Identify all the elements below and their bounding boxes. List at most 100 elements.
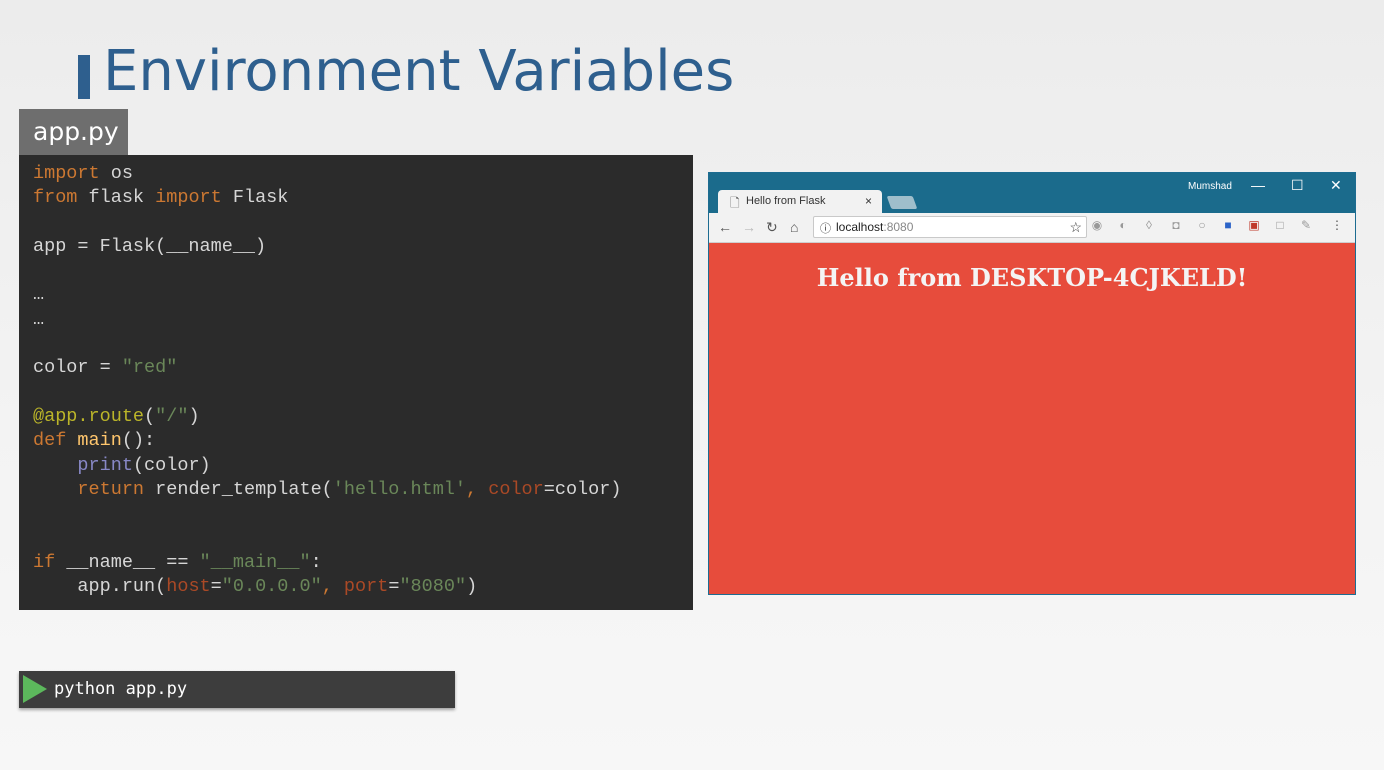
code-line: def main(): — [33, 429, 693, 453]
code-token: flask — [77, 187, 156, 209]
page-heading: Hello from DESKTOP-4CJKELD! — [816, 263, 1248, 292]
page-icon: 🗋 — [730, 196, 740, 210]
code-token: ) — [188, 405, 200, 427]
profile-name[interactable]: Mumshad — [1188, 181, 1232, 192]
code-token: color — [488, 478, 544, 500]
code-token: ( — [144, 405, 156, 427]
code-line: import os — [33, 162, 693, 186]
code-line: color = "red" — [33, 356, 693, 380]
code-token: print — [77, 454, 133, 476]
maximize-button[interactable]: ☐ — [1291, 177, 1304, 194]
code-token: color = — [33, 357, 122, 379]
camera-extension-icon[interactable]: ◘ — [1170, 219, 1182, 231]
file-tab-label: app.py — [19, 109, 128, 155]
code-token: host — [166, 576, 211, 598]
tab-close-icon[interactable]: × — [865, 194, 872, 208]
code-line: if __name__ == "__main__": — [33, 551, 693, 575]
site-info-icon[interactable]: ⓘ — [820, 220, 831, 236]
slide-title: Environment Variables — [103, 39, 735, 104]
code-token: if — [33, 551, 56, 573]
url-port: :8080 — [883, 220, 914, 234]
extension-icon[interactable]: ◐ — [1117, 219, 1129, 231]
menu-kebab-icon[interactable]: ⋮ — [1331, 219, 1343, 231]
bookmark-star-icon[interactable]: ☆ — [1069, 219, 1082, 236]
code-token: "__main__" — [199, 551, 311, 573]
code-token: from — [33, 187, 78, 209]
code-token: "0.0.0.0" — [221, 576, 322, 598]
code-token: @app.route — [33, 405, 145, 427]
extension-icon[interactable]: ◉ — [1091, 219, 1103, 231]
code-token: app.run( — [33, 576, 167, 598]
code-token: os — [99, 163, 133, 184]
code-token: = — [388, 576, 400, 598]
address-bar[interactable]: ⓘ localhost:8080 ☆ — [813, 216, 1087, 238]
code-token: def — [33, 430, 67, 452]
browser-titlebar: 🗋 Hello from Flask × Mumshad — ☐ ✕ — [709, 173, 1355, 214]
tab-title: Hello from Flask — [746, 195, 826, 207]
code-token: "8080" — [399, 576, 467, 598]
code-token: ) — [466, 576, 478, 598]
browser-tab[interactable]: 🗋 Hello from Flask × — [718, 190, 882, 214]
title-accent-bar — [78, 55, 90, 99]
code-block: import os from flask import Flask app = … — [19, 155, 693, 610]
terminal-command: python app.py — [54, 679, 188, 699]
code-token: import — [155, 187, 222, 209]
close-window-button[interactable]: ✕ — [1330, 177, 1342, 194]
url-text: localhost:8080 — [836, 220, 913, 234]
extension-icon[interactable]: ◊ — [1143, 219, 1155, 231]
code-token: , — [321, 576, 344, 598]
code-token: port — [343, 576, 389, 598]
new-tab-button[interactable] — [886, 196, 918, 209]
code-ellipsis: … — [33, 308, 45, 330]
browser-window: 🗋 Hello from Flask × Mumshad — ☐ ✕ ← → ↻… — [708, 172, 1356, 595]
extension-icon[interactable]: □ — [1274, 219, 1286, 231]
url-host: localhost — [836, 220, 884, 234]
code-line: print(color) — [33, 454, 693, 478]
back-arrow-icon[interactable]: ← — [718, 219, 732, 235]
code-token: , — [466, 478, 489, 500]
code-token: (color) — [132, 454, 211, 476]
code-token: = — [210, 576, 222, 598]
code-line: app = Flask(__name__) — [33, 235, 693, 259]
code-token: : — [310, 551, 322, 573]
code-line: from flask import Flask — [33, 186, 693, 210]
code-line: @app.route("/") — [33, 405, 693, 429]
pocket-extension-icon[interactable]: ▣ — [1248, 219, 1260, 231]
browser-toolbar: ← → ↻ ⌂ ⓘ localhost:8080 ☆ ◉ ◐ ◊ ◘ ○ ■ ▣… — [709, 213, 1355, 243]
code-token: "/" — [155, 405, 189, 427]
edit-extension-icon[interactable]: ✎ — [1300, 219, 1312, 231]
terminal-command-bar: python app.py — [19, 671, 455, 708]
code-token: import — [33, 163, 100, 184]
page-content: Hello from DESKTOP-4CJKELD! — [709, 243, 1355, 594]
code-line: return render_template('hello.html', col… — [33, 478, 693, 502]
code-token: "red" — [121, 357, 178, 379]
extension-icon[interactable]: ○ — [1196, 219, 1208, 231]
code-token: =color) — [543, 478, 622, 500]
code-token: render_template( — [144, 478, 333, 500]
code-token: __name__ == — [55, 551, 200, 573]
reload-icon[interactable]: ↻ — [766, 219, 778, 236]
home-icon[interactable]: ⌂ — [790, 219, 798, 235]
code-token: main — [77, 430, 122, 452]
code-line: … — [33, 308, 693, 332]
play-icon — [23, 675, 47, 703]
code-ellipsis: … — [33, 284, 45, 306]
bookmark-extension-icon[interactable]: ■ — [1222, 219, 1234, 231]
forward-arrow-icon[interactable]: → — [742, 219, 756, 235]
code-line: … — [33, 283, 693, 307]
code-token: 'hello.html' — [332, 478, 467, 500]
code-token: Flask — [221, 187, 289, 209]
code-token: app = Flask(__name__) — [33, 235, 267, 257]
code-line: app.run(host="0.0.0.0", port="8080") — [33, 575, 693, 599]
minimize-button[interactable]: — — [1251, 177, 1265, 193]
code-token: (): — [121, 430, 156, 452]
